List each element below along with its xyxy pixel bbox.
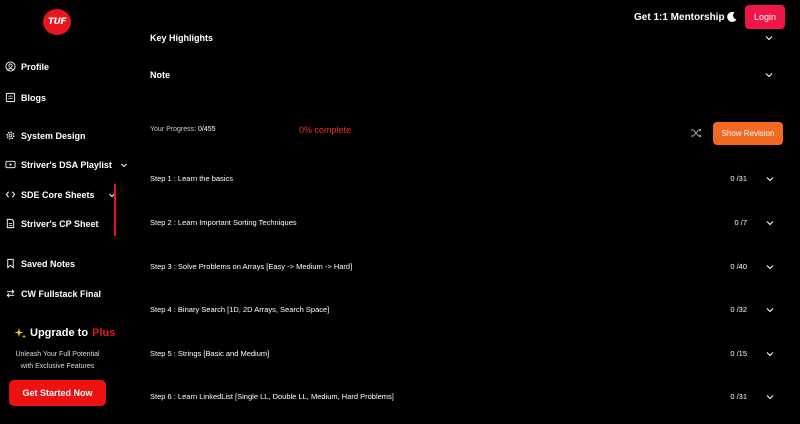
chevron-down-icon[interactable] — [120, 161, 128, 169]
chevron-down-icon[interactable] — [765, 392, 775, 402]
chevron-down-icon[interactable] — [765, 218, 775, 228]
step-count: 0 /15 — [730, 349, 747, 358]
step-title: Step 2 : Learn Important Sorting Techniq… — [150, 218, 297, 227]
login-button[interactable]: Login — [745, 5, 785, 29]
step-count: 0 /31 — [730, 174, 747, 183]
sidebar-item-label: Saved Notes — [21, 258, 76, 269]
step-row[interactable]: Step 3 : Solve Problems on Arrays [Easy … — [140, 256, 785, 278]
step-title: Step 5 : Strings [Basic and Medium] — [150, 349, 270, 358]
sidebar-item-cw-fullstack[interactable]: CW Fullstack Final — [5, 288, 101, 299]
step-row[interactable]: Step 1 : Learn the basics 0 /31 — [140, 168, 785, 190]
upgrade-heading: Upgrade to Plus — [14, 327, 115, 339]
sidebar-item-label: CW Fullstack Final — [21, 288, 102, 299]
sidebar-item-sde-core-sheets[interactable]: SDE Core Sheets — [5, 189, 116, 200]
sidebar-item-label: Profile — [21, 61, 50, 72]
step-count: 0 /7 — [734, 218, 747, 227]
sidebar-item-profile[interactable]: Profile — [5, 61, 49, 72]
sidebar-item-label: Striver's CP Sheet — [21, 218, 99, 229]
swap-icon — [6, 289, 15, 298]
step-count: 0 /40 — [730, 262, 747, 271]
sidebar-item-label: Striver's DSA Playlist — [21, 159, 112, 170]
chevron-down-icon[interactable] — [765, 305, 775, 315]
sidebar-item-system-design[interactable]: System Design — [5, 130, 86, 141]
upgrade-subtitle-1: Unleash Your Full Potential — [15, 351, 100, 358]
upgrade-subtitle-2: with Exclusive Features — [20, 363, 95, 370]
progress-value: 0/455 — [198, 126, 216, 133]
get-started-button[interactable]: Get Started Now — [9, 380, 106, 406]
sidebar-item-label: Blogs — [21, 92, 47, 103]
progress-label: Your Progress: 0/455 — [150, 126, 216, 133]
step-row[interactable]: Step 5 : Strings [Basic and Medium] 0 /1… — [140, 343, 785, 365]
note-title[interactable]: Note — [150, 70, 170, 80]
sidebar-item-label: System Design — [21, 130, 86, 141]
step-row[interactable]: Step 6 : Learn LinkedList [Single LL, Do… — [140, 386, 785, 408]
chevron-down-icon[interactable] — [764, 33, 774, 43]
step-title: Step 1 : Learn the basics — [150, 174, 233, 183]
step-row[interactable]: Step 2 : Learn Important Sorting Techniq… — [140, 212, 785, 234]
sidebar-item-saved-notes[interactable]: Saved Notes — [5, 258, 75, 269]
step-count: 0 /31 — [730, 392, 747, 401]
step-title: Step 6 : Learn LinkedList [Single LL, Do… — [150, 392, 394, 401]
bookmark-icon — [7, 258, 14, 269]
youtube-icon — [5, 160, 16, 169]
chevron-down-icon[interactable] — [765, 262, 775, 272]
code-icon — [5, 191, 16, 198]
chevron-down-icon[interactable] — [765, 174, 775, 184]
sidebar: Profile Blogs System Design Striver's DS… — [0, 0, 130, 424]
progress-label-text: Your Progress: — [150, 126, 197, 133]
sidebar-item-cp-sheet[interactable]: Striver's CP Sheet — [5, 218, 99, 229]
upgrade-title: Upgrade to — [30, 327, 89, 339]
moon-icon[interactable] — [726, 11, 738, 23]
upgrade-plus: Plus — [92, 327, 116, 339]
mentorship-link[interactable]: Get 1:1 Mentorship — [634, 12, 725, 23]
sidebar-item-label: SDE Core Sheets — [21, 189, 95, 200]
step-count: 0 /32 — [730, 305, 747, 314]
sidebar-item-blogs[interactable]: Blogs — [5, 92, 46, 103]
show-revision-button[interactable]: Show Revision — [713, 122, 783, 145]
sidebar-item-dsa-playlist[interactable]: Striver's DSA Playlist — [5, 159, 128, 170]
blog-icon — [5, 92, 16, 103]
chevron-down-icon[interactable] — [764, 70, 774, 80]
step-title: Step 4 : Binary Search [1D, 2D Arrays, S… — [150, 305, 330, 314]
sheet-icon — [6, 218, 15, 229]
step-title: Step 3 : Solve Problems on Arrays [Easy … — [150, 262, 353, 271]
gear-icon — [6, 131, 15, 140]
chevron-down-icon[interactable] — [765, 349, 775, 359]
key-highlights-title[interactable]: Key Highlights — [150, 33, 213, 43]
step-row[interactable]: Step 4 : Binary Search [1D, 2D Arrays, S… — [140, 299, 785, 321]
shuffle-icon[interactable] — [690, 128, 702, 138]
user-circle-icon — [5, 61, 16, 72]
progress-percent: 0% complete — [299, 125, 352, 135]
active-indicator — [114, 184, 116, 236]
sparkle-icon — [14, 328, 26, 339]
